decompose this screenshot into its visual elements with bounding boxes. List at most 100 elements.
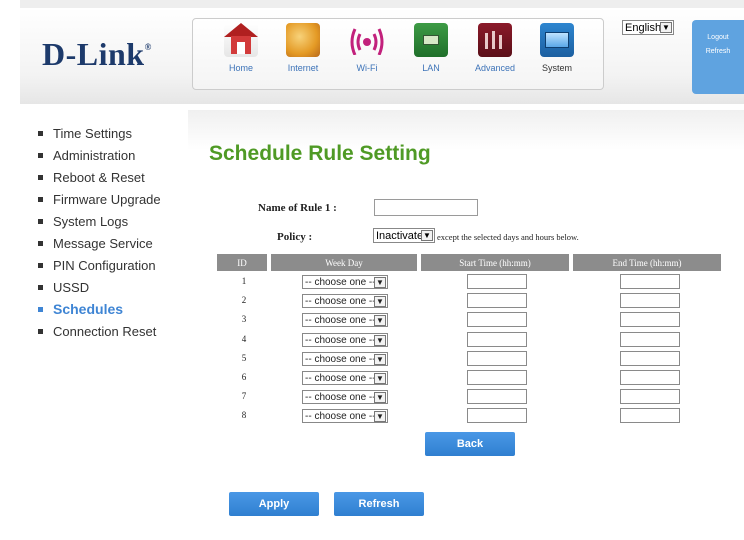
- start-time-input[interactable]: [467, 293, 527, 308]
- sidebar-item-time-settings[interactable]: Time Settings: [38, 122, 161, 144]
- week-day-value: -- choose one --: [305, 334, 376, 346]
- start-time-input[interactable]: [467, 332, 527, 347]
- refresh-link[interactable]: Refresh: [692, 48, 744, 55]
- wifi-icon: [350, 23, 384, 57]
- globe-icon: [286, 23, 320, 57]
- nav-wifi-label: Wi-Fi: [356, 63, 378, 73]
- week-day-select[interactable]: -- choose one -- ▼: [302, 275, 388, 289]
- week-day-value: -- choose one --: [305, 410, 376, 422]
- column-header-start-time: Start Time (hh:mm): [421, 254, 569, 271]
- sidebar-item-message-service[interactable]: Message Service: [38, 232, 161, 254]
- chevron-down-icon: ▼: [374, 373, 386, 384]
- nav-internet-label: Internet: [287, 63, 319, 73]
- bullet-icon: [38, 284, 43, 290]
- nav-home[interactable]: Home: [211, 23, 271, 83]
- end-time-input[interactable]: [620, 293, 680, 308]
- logout-link[interactable]: Logout: [692, 34, 744, 41]
- nav-home-label: Home: [228, 63, 253, 73]
- nav-lan[interactable]: LAN: [401, 23, 461, 83]
- bullet-icon: [38, 262, 43, 268]
- nav-internet[interactable]: Internet: [273, 23, 333, 83]
- row-id: 1: [241, 276, 247, 286]
- column-header-id: ID: [217, 254, 267, 271]
- sidebar-item-label: USSD: [53, 279, 90, 295]
- column-header-end-time: End Time (hh:mm): [573, 254, 721, 271]
- week-day-select[interactable]: -- choose one -- ▼: [302, 333, 388, 347]
- sidebar-item-label: System Logs: [53, 213, 129, 229]
- week-day-select[interactable]: -- choose one -- ▼: [302, 352, 388, 366]
- sidebar-item-connection-reset[interactable]: Connection Reset: [38, 320, 161, 342]
- week-day-select[interactable]: -- choose one -- ▼: [302, 294, 388, 308]
- apply-button[interactable]: Apply: [229, 492, 319, 516]
- sidebar: Time Settings Administration Reboot & Re…: [38, 122, 161, 342]
- end-time-input[interactable]: [620, 312, 680, 327]
- bullet-icon: [38, 174, 43, 180]
- row-id: 3: [241, 314, 247, 324]
- week-day-select[interactable]: -- choose one -- ▼: [302, 390, 388, 404]
- policy-select[interactable]: Inactivate ▼: [373, 228, 435, 243]
- start-time-input[interactable]: [467, 312, 527, 327]
- end-time-input[interactable]: [620, 408, 680, 423]
- start-time-input[interactable]: [467, 351, 527, 366]
- nav-wifi[interactable]: Wi-Fi: [337, 23, 397, 83]
- week-day-value: -- choose one --: [305, 276, 376, 288]
- chevron-down-icon: ▼: [374, 296, 386, 307]
- back-button[interactable]: Back: [425, 432, 515, 456]
- sidebar-item-label: Message Service: [53, 235, 153, 251]
- sidebar-item-ussd[interactable]: USSD: [38, 276, 161, 298]
- start-time-input[interactable]: [467, 389, 527, 404]
- week-day-select[interactable]: -- choose one -- ▼: [302, 313, 388, 327]
- rule-name-input[interactable]: [374, 199, 478, 216]
- dlink-logo: D-Link®: [42, 36, 152, 72]
- lan-icon: [414, 23, 448, 57]
- end-time-input[interactable]: [620, 351, 680, 366]
- nav-system[interactable]: System: [527, 23, 587, 83]
- week-day-value: -- choose one --: [305, 391, 376, 403]
- chevron-down-icon: ▼: [374, 335, 386, 346]
- start-time-input[interactable]: [467, 370, 527, 385]
- chevron-down-icon: ▼: [421, 230, 433, 241]
- sidebar-item-label: Connection Reset: [53, 323, 157, 339]
- end-time-input[interactable]: [620, 389, 680, 404]
- row-id: 6: [241, 372, 247, 382]
- row-id: 7: [241, 391, 247, 401]
- sidebar-item-administration[interactable]: Administration: [38, 144, 161, 166]
- chevron-down-icon: ▼: [374, 392, 386, 403]
- end-time-input[interactable]: [620, 370, 680, 385]
- sidebar-item-system-logs[interactable]: System Logs: [38, 210, 161, 232]
- sidebar-item-pin-configuration[interactable]: PIN Configuration: [38, 254, 161, 276]
- bullet-icon: [38, 130, 43, 136]
- week-day-value: -- choose one --: [305, 314, 376, 326]
- tools-icon: [478, 23, 512, 57]
- chevron-down-icon: ▼: [374, 315, 386, 326]
- sidebar-item-firmware-upgrade[interactable]: Firmware Upgrade: [38, 188, 161, 210]
- sidebar-item-label: Schedules: [53, 301, 124, 317]
- week-day-select[interactable]: -- choose one -- ▼: [302, 371, 388, 385]
- sidebar-item-reboot-reset[interactable]: Reboot & Reset: [38, 166, 161, 188]
- page-title: Schedule Rule Setting: [209, 142, 431, 165]
- end-time-input[interactable]: [620, 332, 680, 347]
- rule-name-label: Name of Rule 1 :: [258, 202, 337, 214]
- nav-advanced[interactable]: Advanced: [465, 23, 525, 83]
- bullet-icon: [38, 328, 43, 334]
- week-day-value: -- choose one --: [305, 295, 376, 307]
- sidebar-item-schedules[interactable]: Schedules: [38, 298, 161, 320]
- end-time-input[interactable]: [620, 274, 680, 289]
- language-value: English: [625, 21, 662, 34]
- start-time-input[interactable]: [467, 408, 527, 423]
- refresh-button[interactable]: Refresh: [334, 492, 424, 516]
- language-select[interactable]: English ▼: [622, 20, 674, 35]
- computer-icon: [540, 23, 574, 57]
- sidebar-item-label: PIN Configuration: [53, 257, 156, 273]
- start-time-input[interactable]: [467, 274, 527, 289]
- sidebar-item-label: Time Settings: [53, 125, 132, 141]
- bullet-icon: [38, 306, 43, 312]
- bullet-icon: [38, 218, 43, 224]
- account-panel: Logout Refresh: [692, 20, 744, 94]
- row-id: 4: [241, 334, 247, 344]
- chevron-down-icon: ▼: [374, 354, 386, 365]
- nav-advanced-label: Advanced: [474, 63, 516, 73]
- chevron-down-icon: ▼: [374, 277, 386, 288]
- row-id: 2: [241, 295, 247, 305]
- week-day-select[interactable]: -- choose one -- ▼: [302, 409, 388, 423]
